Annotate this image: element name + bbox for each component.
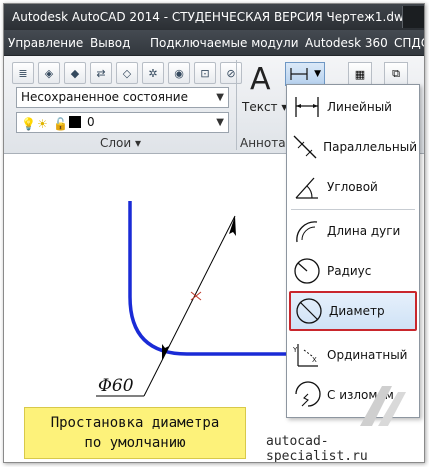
arc-length-icon (289, 213, 325, 249)
menu-item-label: Диаметр (329, 304, 385, 318)
leader-icon[interactable]: ⧉ (384, 62, 408, 86)
layer-state-select[interactable]: Несохраненное состояние листа ▼ (16, 87, 229, 123)
layer-tools-row: ≣ ◈ ◆ ⇄ ◇ ✲ ◉ ⊡ ⊘ (12, 62, 242, 88)
menu-item-plugins[interactable]: Подключаемые модули (150, 36, 299, 50)
menu-item-diameter[interactable]: Диаметр (289, 291, 417, 331)
layer-unisolate-icon[interactable]: ⊘ (220, 62, 242, 84)
menu-item-output[interactable]: Вывод (90, 36, 130, 50)
menu-item-label: Радиус (327, 264, 372, 278)
diameter-dimension-line (143, 215, 236, 397)
layer-properties-icon[interactable]: ≣ (12, 62, 34, 84)
menu-bar: Управление Вывод Подключаемые модули Aut… (4, 30, 424, 56)
radius-icon (289, 253, 325, 289)
layer-color-swatch (69, 116, 81, 128)
menu-item-manage[interactable]: Управление (8, 36, 83, 50)
menu-item-label: Линейный (327, 100, 392, 114)
chevron-down-icon: ▼ (216, 117, 224, 128)
unlock-icon: 🔓 (53, 117, 68, 131)
menu-item-spds[interactable]: СПДС (394, 36, 424, 50)
window-title: Autodesk AutoCAD 2014 - СТУДЕНЧЕСКАЯ ВЕР… (12, 10, 412, 24)
layer-lock-icon[interactable]: ⊡ (194, 62, 216, 84)
menu-separator (291, 209, 415, 210)
panel-layers-text: Слои (100, 136, 132, 150)
layer-freeze-icon[interactable]: ✲ (142, 62, 164, 84)
watermark-text: autocad-specialist.ru (266, 434, 368, 463)
menu-item-angular[interactable]: Угловой (289, 167, 417, 207)
bulb-icon: 💡 (21, 117, 36, 131)
dimension-dropdown-button[interactable]: ▼ (285, 62, 325, 86)
chevron-down-icon: ▼ (216, 92, 224, 103)
svg-text:X: X (312, 356, 317, 364)
jogged-icon (289, 377, 325, 413)
menu-item-label: Длина дуги (327, 224, 401, 238)
menu-item-arc-length[interactable]: Длина дуги (289, 211, 417, 251)
ordinate-icon: YX (289, 337, 325, 373)
table-icon[interactable]: ▦ (348, 62, 372, 86)
app-window: Autodesk AutoCAD 2014 - СТУДЕНЧЕСКАЯ ВЕР… (3, 3, 425, 463)
site-logo-icon (360, 386, 406, 426)
svg-text:Y: Y (292, 346, 298, 354)
window-control-button[interactable] (402, 6, 424, 28)
menu-item-radius[interactable]: Радиус (289, 251, 417, 291)
caption-box: Простановка диаметра по умолчанию (24, 407, 246, 459)
dimension-type-menu: Линейный Параллельный Угловой Длина дуги (286, 84, 420, 418)
panel-separator (236, 60, 237, 150)
current-layer-value: 0 (87, 115, 95, 129)
menu-item-ordinate[interactable]: YX Ординатный (289, 335, 417, 375)
linear-dimension-icon (289, 89, 325, 125)
menu-item-linear[interactable]: Линейный (289, 87, 417, 127)
text-tool-label[interactable]: Текст ▾ (242, 100, 287, 114)
menu-item-aligned[interactable]: Параллельный (289, 127, 417, 167)
menu-item-label: Угловой (327, 180, 378, 194)
sun-icon: ☀ (37, 117, 48, 131)
menu-item-label: Ординатный (327, 348, 408, 362)
caption-line-1: Простановка диаметра (50, 415, 220, 431)
layer-match-icon[interactable]: ◆ (64, 62, 86, 84)
dimension-text: Φ60 (98, 376, 134, 396)
text-tool-icon[interactable]: A (250, 62, 271, 97)
menu-item-autodesk360[interactable]: Autodesk 360 (305, 36, 388, 50)
layer-off-icon[interactable]: ◉ (168, 62, 190, 84)
current-layer-select[interactable]: 💡 ☀ 🔓 0 ▼ (16, 112, 229, 133)
text-tool-text: Текст (242, 100, 278, 114)
menu-item-label: Параллельный (323, 140, 417, 154)
diameter-icon (291, 293, 327, 329)
linear-dimension-icon (290, 68, 308, 80)
layer-isolate-icon[interactable]: ◇ (116, 62, 138, 84)
title-bar: Autodesk AutoCAD 2014 - СТУДЕНЧЕСКАЯ ВЕР… (4, 4, 424, 30)
aligned-dimension-icon (289, 129, 321, 165)
angular-dimension-icon (289, 169, 325, 205)
drawing-polyline (128, 201, 294, 356)
layer-change-icon[interactable]: ⇄ (90, 62, 112, 84)
caption-line-2: по умолчанию (84, 435, 186, 451)
layer-stack-icon[interactable]: ◈ (38, 62, 60, 84)
chevron-down-icon: ▼ (314, 69, 321, 79)
panel-layers-label[interactable]: Слои ▾ (100, 136, 141, 150)
